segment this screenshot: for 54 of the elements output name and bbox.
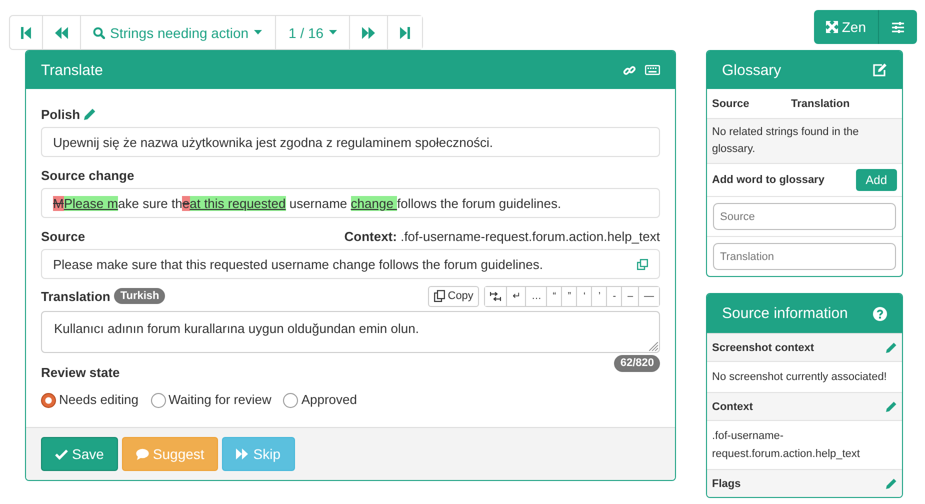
translation-input[interactable]: Translation	[713, 243, 896, 270]
section-heading: Screenshot context	[712, 342, 814, 354]
edit-icon	[872, 63, 887, 77]
rewind-icon	[55, 26, 68, 38]
column-header: Source	[712, 98, 750, 110]
radio-option[interactable]: Waiting for review	[150, 390, 272, 408]
field-label: Review state	[41, 364, 121, 381]
field-label: Polish	[41, 106, 80, 122]
field-label: Translation	[41, 288, 110, 304]
panel-title: Source information	[722, 305, 848, 322]
context-text: Context: .fof-username-request.forum.action.help_text	[344, 228, 660, 244]
skip-first-icon	[21, 26, 31, 38]
pencil-icon	[886, 401, 897, 412]
section-heading: Flags	[712, 478, 741, 490]
search-icon	[93, 26, 105, 38]
caret-icon	[328, 30, 337, 35]
translation-input[interactable]: Kullanıcı adının forum kurallarına uygun olduğundan emin olun.	[41, 311, 660, 353]
radio-option[interactable]: Needs editing	[41, 390, 138, 408]
sliders-icon	[892, 22, 904, 32]
tab-button[interactable]	[485, 286, 508, 306]
pencil-icon	[84, 108, 96, 120]
link-icon	[623, 64, 636, 76]
keyboard-icon	[645, 65, 660, 75]
fast-forward-icon	[362, 26, 375, 38]
copy-button[interactable]: Copy	[428, 286, 480, 306]
pencil-icon	[886, 478, 897, 489]
skip-last-icon	[400, 26, 410, 38]
expand-arrows-icon	[826, 21, 838, 33]
field-label: Source	[41, 228, 86, 244]
diff-text: MPlease make sure theat this requested username change follows the forum guidelines.	[41, 188, 660, 218]
translation-text: Upewnij się że nazwa użytkownika jest zgodna z regulaminem społeczności.	[41, 127, 660, 157]
help-icon	[873, 306, 887, 320]
section-heading: Context	[712, 400, 753, 412]
character-counter: 62/820	[614, 355, 660, 372]
panel-title: Translate	[41, 62, 103, 78]
language-badge: Turkish	[114, 288, 166, 304]
panel-title: Glossary	[722, 62, 782, 78]
speech-bubble-icon	[136, 448, 149, 460]
copy-icon	[434, 290, 445, 302]
caret-icon	[254, 30, 262, 35]
source-text: Please make sure that this requested username change follows the forum guidelines.	[53, 256, 543, 272]
field-label: Source change	[41, 166, 136, 184]
pencil-icon	[886, 342, 897, 353]
source-input[interactable]: Source	[713, 203, 896, 230]
add-word-label: Add word to glossary	[712, 174, 824, 186]
column-header: Translation	[791, 98, 851, 110]
check-icon	[55, 448, 68, 460]
settings-button[interactable]	[878, 10, 917, 44]
fast-forward-icon	[236, 448, 250, 460]
tab-icon	[490, 292, 502, 300]
resize-handle-icon	[649, 342, 658, 351]
radio-option[interactable]: Approved	[283, 390, 357, 408]
copy-icon[interactable]	[637, 258, 648, 270]
empty-message: No related strings found in the glossary.	[707, 118, 902, 163]
